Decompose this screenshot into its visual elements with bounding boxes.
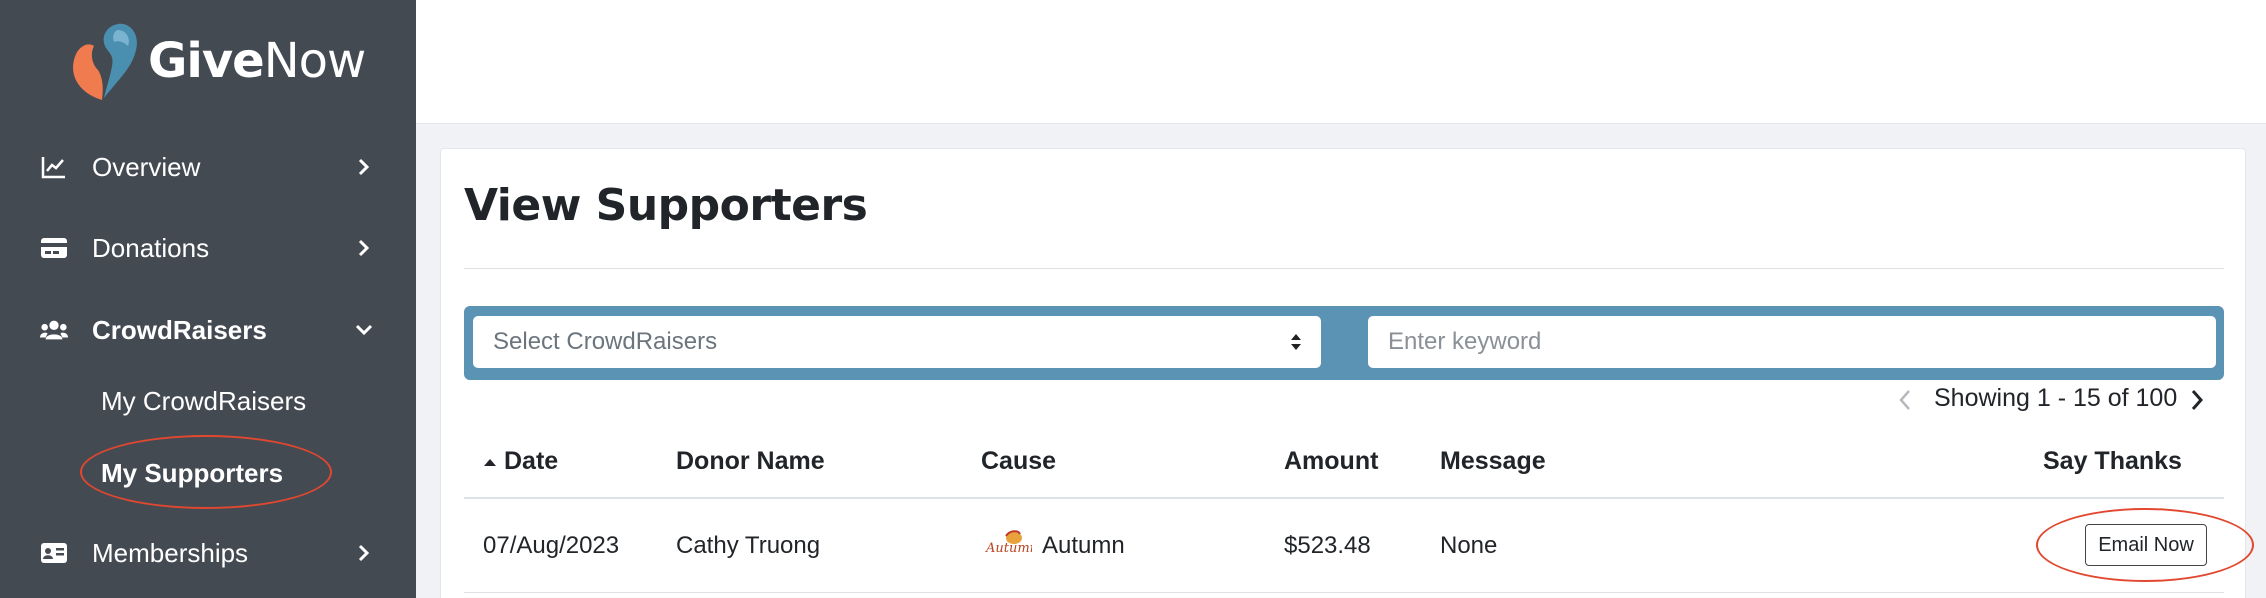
select-placeholder: Select CrowdRaisers [493, 328, 718, 355]
givenow-logo[interactable]: GiveNow [68, 20, 366, 102]
cell-message: None [1440, 532, 1498, 559]
svg-text:Autumn: Autumn [985, 541, 1032, 556]
sidebar-subitem-my-supporters[interactable]: My Supporters [101, 458, 283, 489]
title-divider [464, 268, 2224, 269]
sidebar-item-label: Memberships [92, 537, 249, 568]
id-card-icon [40, 539, 68, 567]
email-now-button[interactable]: Email Now [2085, 524, 2207, 566]
table-header-divider [464, 497, 2224, 499]
sidebar-item-label: CrowdRaisers [92, 314, 267, 345]
chevron-right-icon [354, 157, 374, 177]
chevron-right-icon [354, 238, 374, 258]
top-header [416, 0, 2266, 124]
cell-date: 07/Aug/2023 [483, 532, 620, 559]
page-title: View Supporters [464, 180, 868, 231]
users-icon [40, 316, 68, 344]
column-header-say-thanks: Say Thanks [2043, 447, 2182, 475]
sidebar-item-memberships[interactable]: Memberships [0, 523, 416, 583]
logo-text: GiveNow [148, 33, 366, 89]
crowdraisers-select[interactable]: Select CrowdRaisers [473, 316, 1321, 368]
cell-donor-name: Cathy Truong [676, 532, 821, 559]
column-header-message[interactable]: Message [1440, 447, 1546, 476]
credit-card-icon [40, 234, 68, 262]
sidebar-item-donations[interactable]: Donations [0, 218, 416, 278]
column-header-donor-name[interactable]: Donor Name [676, 447, 825, 476]
chevron-down-icon [354, 320, 374, 340]
heart-logo-icon [73, 23, 137, 100]
sort-arrows-icon [1291, 334, 1301, 350]
pager-prev-icon[interactable] [1896, 388, 1916, 412]
sidebar-subitem-my-crowdraisers[interactable]: My CrowdRaisers [101, 386, 306, 417]
pagination-text: Showing 1 - 15 of 100 [1934, 384, 2178, 412]
pager-next-icon[interactable] [2186, 388, 2206, 412]
keyword-input[interactable] [1368, 316, 2216, 368]
chevron-right-icon [354, 543, 374, 563]
sidebar-item-label: Donations [92, 232, 210, 263]
sidebar: GiveNow Overview Donations CrowdRaisers … [0, 0, 416, 598]
cause-logo-autumn: Autumn [985, 530, 1032, 556]
sidebar-item-label: Overview [92, 151, 201, 182]
column-header-amount[interactable]: Amount [1284, 447, 1378, 476]
cell-cause: Autumn [1042, 532, 1125, 559]
sidebar-item-overview[interactable]: Overview [0, 137, 416, 197]
table-row-divider [464, 592, 2224, 593]
column-header-date[interactable]: Date [504, 447, 558, 476]
sidebar-item-crowdraisers[interactable]: CrowdRaisers [0, 300, 416, 360]
chart-line-icon [40, 153, 68, 181]
column-header-cause[interactable]: Cause [981, 447, 1056, 476]
cell-amount: $523.48 [1284, 532, 1371, 559]
sort-asc-icon[interactable] [483, 457, 497, 467]
